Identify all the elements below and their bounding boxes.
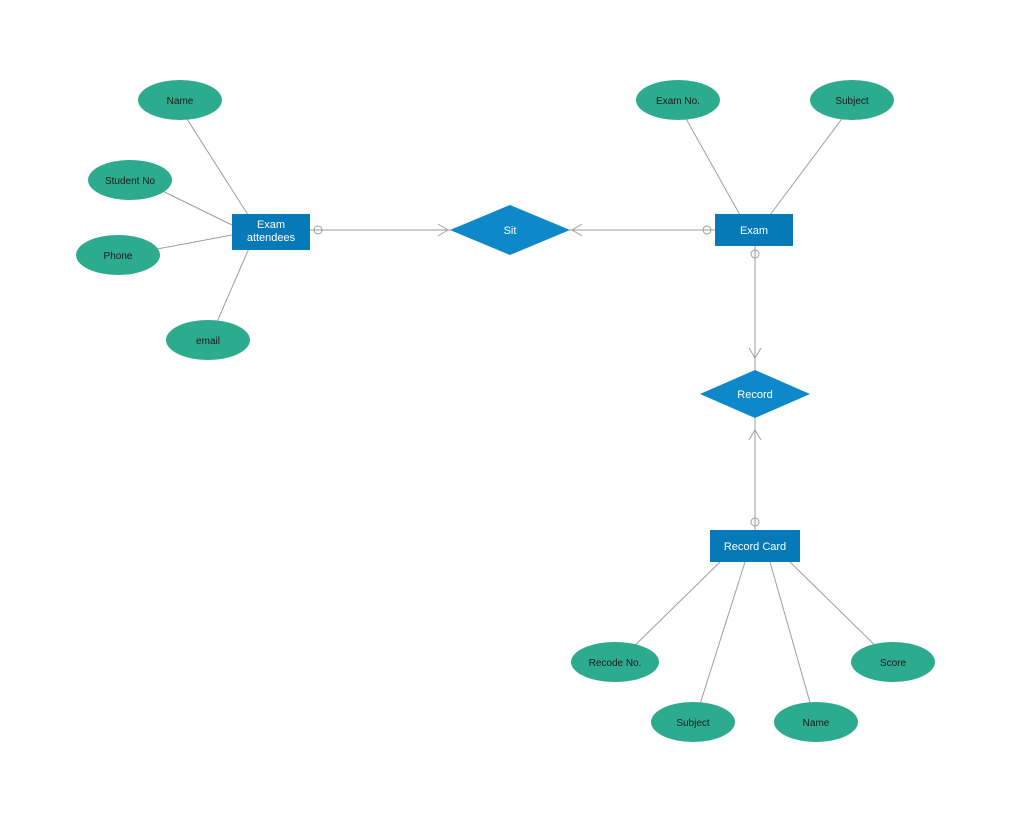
attribute-label: Subject <box>676 718 710 729</box>
connector <box>770 562 815 720</box>
attribute-label: Name <box>803 718 830 729</box>
entity-label: attendees <box>247 232 296 244</box>
connector <box>680 108 740 215</box>
attribute-label: Name <box>167 96 194 107</box>
connector <box>180 108 250 218</box>
attribute-label: Subject <box>835 96 869 107</box>
entity-label: Exam <box>257 219 285 231</box>
relationship-label: Record <box>737 389 772 401</box>
attribute-label: Recode No. <box>589 658 642 669</box>
attribute-label: Student No <box>105 176 155 187</box>
relationship-label: Sit <box>504 225 517 237</box>
er-diagram: Name Student No Phone email Exam attende… <box>0 0 1024 816</box>
connector <box>770 108 850 215</box>
entity-label: Exam <box>740 225 768 237</box>
entity-label: Record Card <box>724 541 786 553</box>
connector <box>695 562 745 720</box>
attribute-label: Exam No. <box>656 96 700 107</box>
attribute-label: Phone <box>104 251 133 262</box>
attribute-label: Score <box>880 658 907 669</box>
attribute-label: email <box>196 336 220 347</box>
